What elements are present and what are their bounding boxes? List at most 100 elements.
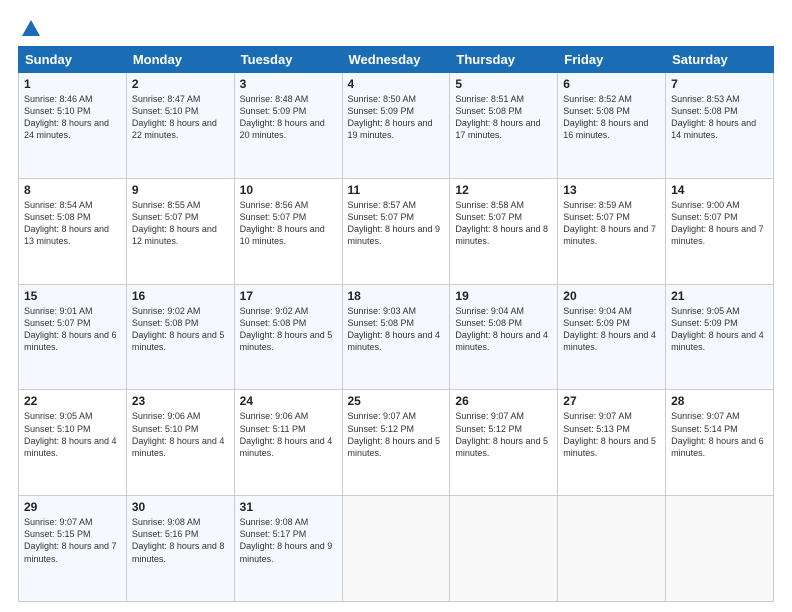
day-number: 1 xyxy=(24,77,121,91)
page: SundayMondayTuesdayWednesdayThursdayFrid… xyxy=(0,0,792,612)
calendar-table: SundayMondayTuesdayWednesdayThursdayFrid… xyxy=(18,46,774,602)
day-number: 27 xyxy=(563,394,660,408)
day-info: Sunrise: 9:08 AMSunset: 5:16 PMDaylight:… xyxy=(132,517,225,563)
calendar-cell: 4 Sunrise: 8:50 AMSunset: 5:09 PMDaylight… xyxy=(342,73,450,179)
day-number: 10 xyxy=(240,183,337,197)
header xyxy=(18,18,774,36)
day-info: Sunrise: 9:05 AMSunset: 5:10 PMDaylight:… xyxy=(24,411,117,457)
calendar-cell: 3Sunrise: 8:48 AMSunset: 5:09 PMDaylight… xyxy=(234,73,342,179)
day-info: Sunrise: 8:53 AMSunset: 5:08 PMDaylight:… xyxy=(671,94,756,140)
day-number: 23 xyxy=(132,394,229,408)
day-number: 15 xyxy=(24,289,121,303)
calendar-cell: 28 Sunrise: 9:07 AMSunset: 5:14 PMDayligh… xyxy=(666,390,774,496)
day-info: Sunrise: 8:58 AMSunset: 5:07 PMDaylight:… xyxy=(455,200,548,246)
calendar-cell: 2 Sunrise: 8:47 AMSunset: 5:10 PMDaylight… xyxy=(126,73,234,179)
day-number: 8 xyxy=(24,183,121,197)
calendar-cell xyxy=(666,496,774,602)
day-info: Sunrise: 9:07 AMSunset: 5:12 PMDaylight:… xyxy=(455,411,548,457)
day-info: Sunrise: 9:06 AMSunset: 5:10 PMDaylight:… xyxy=(132,411,225,457)
calendar-cell: 19 Sunrise: 9:04 AMSunset: 5:08 PMDayligh… xyxy=(450,284,558,390)
day-number: 30 xyxy=(132,500,229,514)
day-info: Sunrise: 8:57 AMSunset: 5:07 PMDaylight:… xyxy=(348,200,441,246)
day-info: Sunrise: 9:07 AMSunset: 5:15 PMDaylight:… xyxy=(24,517,117,563)
day-number: 9 xyxy=(132,183,229,197)
calendar-cell: 13 Sunrise: 8:59 AMSunset: 5:07 PMDayligh… xyxy=(558,178,666,284)
calendar-cell xyxy=(558,496,666,602)
calendar-cell: 14 Sunrise: 9:00 AMSunset: 5:07 PMDayligh… xyxy=(666,178,774,284)
day-info: Sunrise: 8:56 AMSunset: 5:07 PMDaylight:… xyxy=(240,200,325,246)
day-number: 12 xyxy=(455,183,552,197)
day-info: Sunrise: 9:07 AMSunset: 5:13 PMDaylight:… xyxy=(563,411,656,457)
calendar-cell: 5 Sunrise: 8:51 AMSunset: 5:08 PMDaylight… xyxy=(450,73,558,179)
weekday-header-sunday: Sunday xyxy=(19,47,127,73)
calendar-week-row: 22 Sunrise: 9:05 AMSunset: 5:10 PMDayligh… xyxy=(19,390,774,496)
calendar-cell: 31 Sunrise: 9:08 AMSunset: 5:17 PMDayligh… xyxy=(234,496,342,602)
day-number: 14 xyxy=(671,183,768,197)
day-number: 22 xyxy=(24,394,121,408)
day-info: Sunrise: 8:47 AMSunset: 5:10 PMDaylight:… xyxy=(132,94,217,140)
day-number: 18 xyxy=(348,289,445,303)
day-info: Sunrise: 9:04 AMSunset: 5:08 PMDaylight:… xyxy=(455,306,548,352)
calendar-cell: 24 Sunrise: 9:06 AMSunset: 5:11 PMDayligh… xyxy=(234,390,342,496)
logo xyxy=(18,18,42,36)
day-info: Sunrise: 9:00 AMSunset: 5:07 PMDaylight:… xyxy=(671,200,764,246)
calendar-cell: 30 Sunrise: 9:08 AMSunset: 5:16 PMDayligh… xyxy=(126,496,234,602)
day-info: Sunrise: 9:01 AMSunset: 5:07 PMDaylight:… xyxy=(24,306,117,352)
day-info: Sunrise: 8:46 AMSunset: 5:10 PMDaylight:… xyxy=(24,94,109,140)
calendar-week-row: 29 Sunrise: 9:07 AMSunset: 5:15 PMDayligh… xyxy=(19,496,774,602)
calendar-cell: 21 Sunrise: 9:05 AMSunset: 5:09 PMDayligh… xyxy=(666,284,774,390)
calendar-cell: 17Sunrise: 9:02 AMSunset: 5:08 PMDayligh… xyxy=(234,284,342,390)
day-info: Sunrise: 8:48 AMSunset: 5:09 PMDaylight:… xyxy=(240,94,325,140)
calendar-week-row: 1 Sunrise: 8:46 AMSunset: 5:10 PMDaylight… xyxy=(19,73,774,179)
weekday-header-monday: Monday xyxy=(126,47,234,73)
day-info: Sunrise: 9:08 AMSunset: 5:17 PMDaylight:… xyxy=(240,517,333,563)
day-number: 29 xyxy=(24,500,121,514)
day-number: 26 xyxy=(455,394,552,408)
calendar-cell xyxy=(450,496,558,602)
day-number: 5 xyxy=(455,77,552,91)
day-number: 13 xyxy=(563,183,660,197)
calendar-week-row: 15 Sunrise: 9:01 AMSunset: 5:07 PMDayligh… xyxy=(19,284,774,390)
day-number: 7 xyxy=(671,77,768,91)
day-number: 16 xyxy=(132,289,229,303)
day-number: 4 xyxy=(348,77,445,91)
day-number: 31 xyxy=(240,500,337,514)
day-number: 19 xyxy=(455,289,552,303)
calendar-cell: 27 Sunrise: 9:07 AMSunset: 5:13 PMDayligh… xyxy=(558,390,666,496)
day-info: Sunrise: 9:02 AMSunset: 5:08 PMDaylight:… xyxy=(132,306,225,352)
day-number: 2 xyxy=(132,77,229,91)
day-info: Sunrise: 8:51 AMSunset: 5:08 PMDaylight:… xyxy=(455,94,540,140)
day-info: Sunrise: 9:02 AMSunset: 5:08 PMDaylight:… xyxy=(240,306,333,352)
day-number: 21 xyxy=(671,289,768,303)
weekday-header-saturday: Saturday xyxy=(666,47,774,73)
calendar-cell: 20 Sunrise: 9:04 AMSunset: 5:09 PMDayligh… xyxy=(558,284,666,390)
day-info: Sunrise: 8:54 AMSunset: 5:08 PMDaylight:… xyxy=(24,200,109,246)
day-info: Sunrise: 9:07 AMSunset: 5:14 PMDaylight:… xyxy=(671,411,764,457)
day-number: 20 xyxy=(563,289,660,303)
day-number: 11 xyxy=(348,183,445,197)
day-info: Sunrise: 8:50 AMSunset: 5:09 PMDaylight:… xyxy=(348,94,433,140)
day-info: Sunrise: 9:04 AMSunset: 5:09 PMDaylight:… xyxy=(563,306,656,352)
day-info: Sunrise: 8:52 AMSunset: 5:08 PMDaylight:… xyxy=(563,94,648,140)
calendar-cell: 1 Sunrise: 8:46 AMSunset: 5:10 PMDaylight… xyxy=(19,73,127,179)
calendar-cell: 11 Sunrise: 8:57 AMSunset: 5:07 PMDayligh… xyxy=(342,178,450,284)
day-number: 28 xyxy=(671,394,768,408)
calendar-cell: 18 Sunrise: 9:03 AMSunset: 5:08 PMDayligh… xyxy=(342,284,450,390)
calendar-week-row: 8 Sunrise: 8:54 AMSunset: 5:08 PMDaylight… xyxy=(19,178,774,284)
day-info: Sunrise: 9:06 AMSunset: 5:11 PMDaylight:… xyxy=(240,411,333,457)
day-info: Sunrise: 8:59 AMSunset: 5:07 PMDaylight:… xyxy=(563,200,656,246)
day-info: Sunrise: 9:03 AMSunset: 5:08 PMDaylight:… xyxy=(348,306,441,352)
weekday-header-thursday: Thursday xyxy=(450,47,558,73)
calendar-cell: 26 Sunrise: 9:07 AMSunset: 5:12 PMDayligh… xyxy=(450,390,558,496)
day-info: Sunrise: 9:05 AMSunset: 5:09 PMDaylight:… xyxy=(671,306,764,352)
calendar-cell: 6 Sunrise: 8:52 AMSunset: 5:08 PMDaylight… xyxy=(558,73,666,179)
calendar-cell: 15 Sunrise: 9:01 AMSunset: 5:07 PMDayligh… xyxy=(19,284,127,390)
day-number: 6 xyxy=(563,77,660,91)
weekday-header-wednesday: Wednesday xyxy=(342,47,450,73)
calendar-cell: 23 Sunrise: 9:06 AMSunset: 5:10 PMDayligh… xyxy=(126,390,234,496)
calendar-cell: 9 Sunrise: 8:55 AMSunset: 5:07 PMDaylight… xyxy=(126,178,234,284)
day-info: Sunrise: 8:55 AMSunset: 5:07 PMDaylight:… xyxy=(132,200,217,246)
day-number: 24 xyxy=(240,394,337,408)
weekday-header-friday: Friday xyxy=(558,47,666,73)
calendar-cell xyxy=(342,496,450,602)
